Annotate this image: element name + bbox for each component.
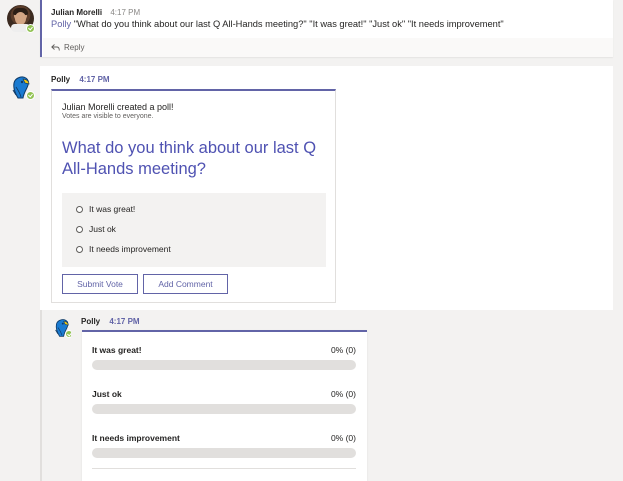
- author-name[interactable]: Julian Morelli: [51, 8, 102, 17]
- poll-question: What do you think about our last Q All-H…: [62, 139, 317, 178]
- radio-button[interactable]: [76, 205, 83, 213]
- poll-option-label: Just ok: [89, 224, 116, 234]
- thread-rule: [40, 310, 42, 481]
- poll-message-header: Polly 4:17 PM: [51, 75, 110, 84]
- root-message-body: Polly "What do you think about our last …: [51, 19, 504, 29]
- julian-avatar[interactable]: [7, 5, 35, 33]
- message-time: 4:17 PM: [110, 8, 141, 17]
- result-label: It was great!: [92, 345, 142, 355]
- root-message-header: Julian Morelli 4:17 PM: [51, 8, 140, 17]
- presence-available-icon: [26, 24, 35, 33]
- poll-options: It was great! Just ok It needs improveme…: [62, 193, 326, 267]
- result-label: It needs improvement: [92, 433, 180, 443]
- results-divider: [92, 468, 356, 469]
- poll-option[interactable]: It was great!: [76, 203, 135, 215]
- poll-option[interactable]: It needs improvement: [76, 243, 171, 255]
- reply-label: Reply: [64, 43, 85, 52]
- poll-visibility-text: Votes are visible to everyone.: [62, 113, 154, 120]
- result-bar-track: [92, 448, 356, 458]
- poll-option[interactable]: Just ok: [76, 223, 116, 235]
- poll-option-label: It was great!: [89, 204, 136, 214]
- presence-available-icon: [26, 91, 35, 100]
- author-name[interactable]: Polly: [81, 317, 100, 326]
- result-percent: 0% (0): [330, 389, 356, 399]
- author-name[interactable]: Polly: [51, 75, 70, 84]
- reply-button[interactable]: Reply: [43, 38, 613, 57]
- add-comment-button[interactable]: Add Comment: [143, 274, 228, 294]
- radio-button[interactable]: [76, 245, 83, 253]
- result-percent: 0% (0): [330, 433, 356, 443]
- poll-creator-text: Julian Morelli created a poll!: [62, 102, 174, 112]
- submit-vote-button[interactable]: Submit Vote: [62, 274, 138, 294]
- message-time: 4:17 PM: [79, 75, 110, 84]
- results-card: It was great! 0% (0) Just ok 0% (0) It n…: [82, 330, 367, 481]
- mention-polly[interactable]: Polly: [51, 19, 71, 29]
- message-text: "What do you think about our last Q All-…: [71, 19, 504, 29]
- result-bar-track: [92, 404, 356, 414]
- result-percent: 0% (0): [330, 345, 356, 355]
- message-time: 4:17 PM: [109, 317, 140, 326]
- poll-card: Julian Morelli created a poll! Votes are…: [51, 89, 336, 303]
- poll-message: Polly 4:17 PM Julian Morelli created a p…: [40, 66, 613, 310]
- results-message-header: Polly 4:17 PM: [81, 317, 140, 326]
- radio-button[interactable]: [76, 225, 83, 233]
- result-label: Just ok: [92, 389, 122, 399]
- result-bar-track: [92, 360, 356, 370]
- poll-option-label: It needs improvement: [89, 244, 171, 254]
- reply-arrow-icon: [51, 44, 60, 51]
- polly-bot-avatar[interactable]: [9, 75, 35, 101]
